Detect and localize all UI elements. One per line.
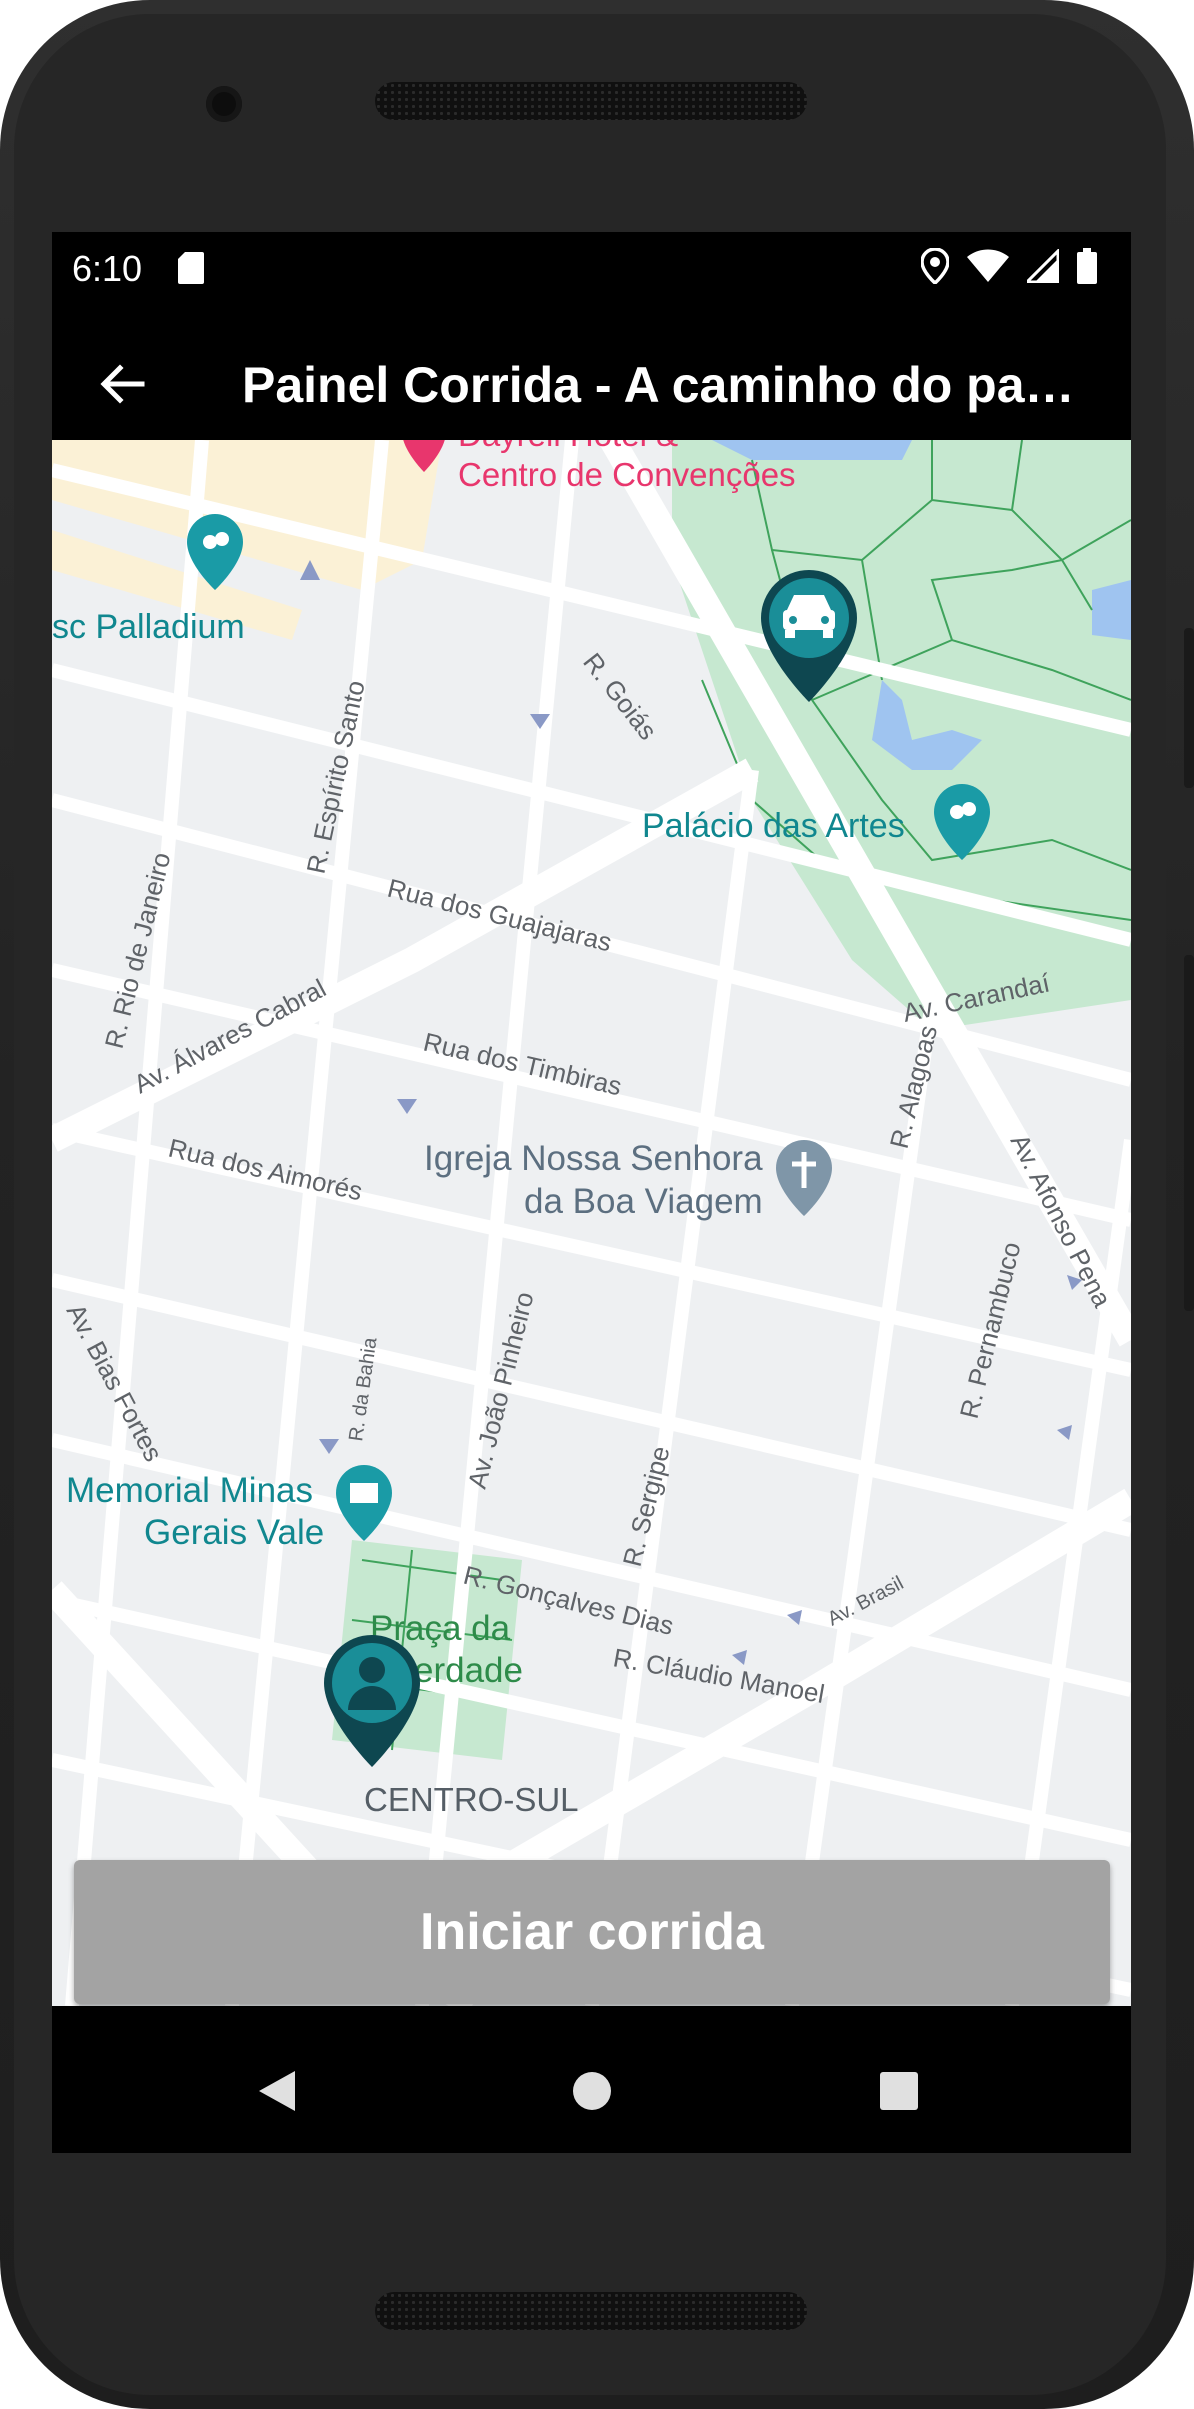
power-button	[1184, 628, 1194, 788]
arrow-back-icon[interactable]	[96, 358, 148, 410]
svg-text:Av. Afonso Pena: Av. Afonso Pena	[1005, 1129, 1118, 1312]
poi-memorial-2[interactable]: Gerais Vale	[144, 1513, 324, 1552]
battery-icon	[1077, 248, 1097, 289]
museum-pin-icon[interactable]	[336, 1465, 392, 1541]
svg-text:R. Alagoas: R. Alagoas	[884, 1022, 944, 1151]
phone-frame: 6:10 Painel Corrida - A caminho do passa…	[0, 0, 1194, 2409]
recents-square-icon[interactable]	[864, 2056, 934, 2126]
device-screen: 6:10 Painel Corrida - A caminho do passa…	[52, 232, 1131, 2153]
poi-praca-2[interactable]: erdade	[414, 1651, 523, 1690]
poi-palacio[interactable]: Palácio das Artes	[642, 807, 905, 845]
poi-igreja[interactable]: Igreja Nossa Senhora	[424, 1139, 763, 1178]
poi-palladium[interactable]: sc Palladium	[52, 608, 245, 646]
water-area	[1092, 580, 1131, 640]
status-time: 6:10	[72, 248, 143, 289]
page-title: Painel Corrida - A caminho do passageiro	[242, 357, 1102, 413]
home-circle-icon[interactable]	[557, 2056, 627, 2126]
location-icon	[920, 247, 950, 289]
status-bar: 6:10	[52, 232, 1131, 328]
front-camera	[206, 86, 242, 122]
poi-memorial[interactable]: Memorial Minas	[66, 1471, 313, 1510]
poi-hotel[interactable]: Dayrell Hotel &	[458, 440, 678, 453]
map-view[interactable]: Dayrell Hotel & Centro de Convenções sc …	[52, 440, 1131, 2006]
volume-button	[1184, 955, 1194, 1311]
poi-igreja-2[interactable]: da Boa Viagem	[524, 1182, 763, 1221]
back-triangle-icon[interactable]	[242, 2056, 312, 2126]
svg-text:Rua dos Aimorés: Rua dos Aimorés	[166, 1133, 366, 1207]
start-ride-button[interactable]: Iniciar corrida	[74, 1860, 1110, 2004]
top-speaker	[375, 82, 807, 120]
map-canvas[interactable]: Dayrell Hotel & Centro de Convenções sc …	[52, 440, 1131, 2006]
district-label: CENTRO-SUL	[364, 1781, 579, 1818]
sd-card-icon	[178, 252, 204, 289]
app-bar: Painel Corrida - A caminho do passageiro	[52, 328, 1131, 440]
wifi-icon	[967, 249, 1009, 288]
svg-text:R. Goiás: R. Goiás	[577, 647, 663, 745]
system-nav-bar	[52, 2026, 1131, 2153]
svg-text:R. Cláudio Manoel: R. Cláudio Manoel	[611, 1642, 827, 1709]
svg-text:R. Espírito Santo: R. Espírito Santo	[301, 678, 371, 876]
signal-icon	[1023, 247, 1060, 288]
church-pin-icon[interactable]	[776, 1140, 832, 1216]
poi-hotel-2[interactable]: Centro de Convenções	[458, 456, 796, 493]
svg-text:R. Sergipe: R. Sergipe	[617, 1443, 676, 1569]
bottom-speaker	[375, 2292, 807, 2330]
